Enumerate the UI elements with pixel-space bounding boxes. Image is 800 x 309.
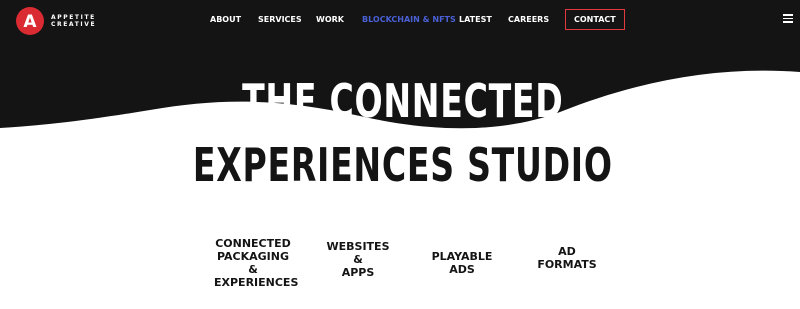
nav-item-careers[interactable]: CAREERS — [508, 9, 549, 31]
brand-mark-letter: A — [23, 12, 37, 32]
service-label-line: APPS — [341, 266, 375, 279]
service-label-line: PACKAGING & — [216, 250, 290, 276]
service-connected-packaging[interactable]: CONNECTED PACKAGING & EXPERIENCES — [214, 237, 299, 289]
service-label-line: CONNECTED — [215, 237, 291, 250]
service-label-line: EXPERIENCES — [214, 276, 299, 289]
hero-headline-line1: THE CONNECTED — [242, 74, 564, 128]
nav-item-about[interactable]: ABOUT — [210, 9, 241, 31]
contact-button[interactable]: CONTACT — [565, 9, 625, 30]
site-header: A APPETITE CREATIVE ABOUT SERVICES WORK … — [0, 0, 800, 40]
service-label-line: AD FORMATS — [537, 245, 597, 271]
brand-logo[interactable]: A APPETITE CREATIVE — [15, 6, 96, 36]
nav-item-work[interactable]: WORK — [316, 9, 344, 31]
service-websites-apps[interactable]: WEBSITES & APPS — [322, 240, 394, 279]
nav-item-services[interactable]: SERVICES — [258, 9, 302, 31]
nav-item-latest[interactable]: LATEST — [459, 9, 492, 31]
hero-headline-line2: EXPERIENCES STUDIO — [192, 138, 613, 192]
service-ad-formats[interactable]: AD FORMATS — [532, 245, 602, 271]
brand-name-line2: CREATIVE — [51, 21, 97, 28]
brand-logo-mark-icon: A — [16, 7, 44, 35]
service-label-line: WEBSITES & — [326, 240, 390, 266]
brand-name-line1: APPETITE — [51, 14, 96, 21]
service-label-line: PLAYABLE ADS — [431, 250, 493, 276]
hamburger-menu-icon[interactable] — [783, 14, 793, 23]
nav-item-blockchain-nfts[interactable]: BLOCKCHAIN & NFTS — [362, 9, 456, 31]
service-playable-ads[interactable]: PLAYABLE ADS — [424, 250, 500, 276]
brand-wordmark: APPETITE CREATIVE — [51, 14, 96, 28]
